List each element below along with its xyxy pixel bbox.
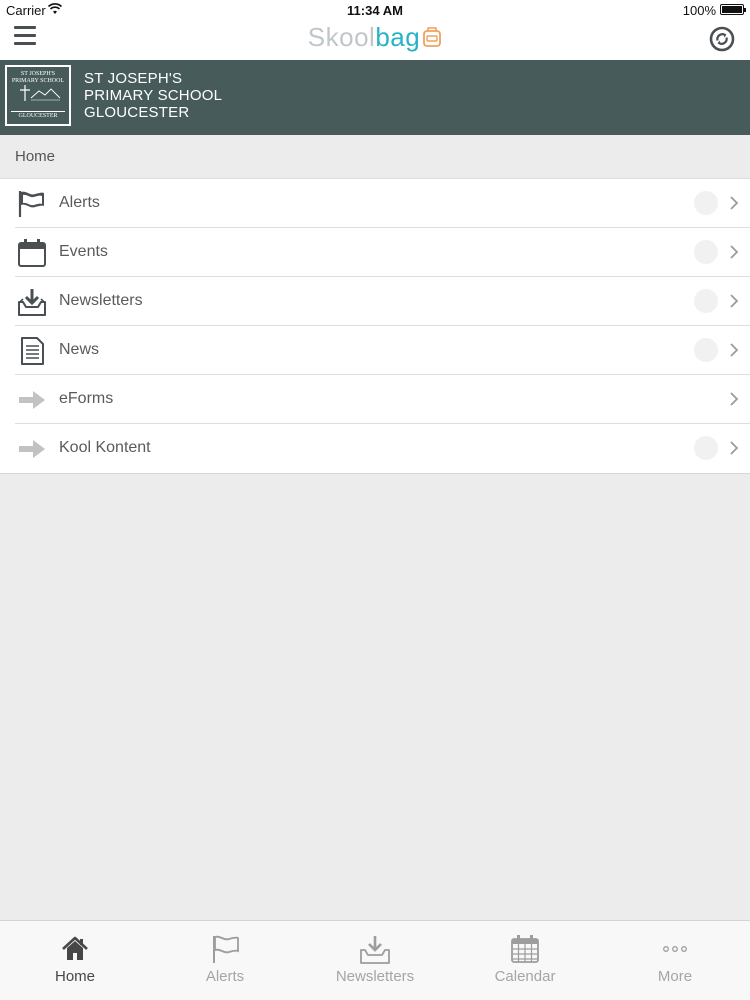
crest-bottom-text: GLOUCESTER: [18, 113, 58, 119]
chevron-right-icon: [730, 392, 739, 406]
chevron-right-icon: [730, 294, 739, 308]
school-name: ST JOSEPH'S PRIMARY SCHOOL GLOUCESTER: [84, 70, 222, 121]
crest-cross-mountain-icon: [20, 85, 61, 101]
school-crest: ST JOSEPH'S PRIMARY SCHOOL GLOUCESTER: [5, 65, 71, 126]
inbox-download-icon: [18, 289, 46, 316]
school-name-line1: ST JOSEPH'S: [84, 70, 183, 87]
menu-list: Alerts Events Newsletters News eForms Ko…: [0, 179, 750, 474]
chevron-right-icon: [730, 441, 739, 455]
tab-label: More: [657, 968, 693, 985]
nav-bar: Skoolbag: [0, 20, 750, 60]
battery-percent: 100%: [682, 3, 716, 18]
menu-item-label: News: [59, 341, 100, 358]
chevron-right-icon: [730, 196, 739, 210]
menu-item-label: Kool Kontent: [59, 439, 151, 456]
menu-item-events[interactable]: Events: [0, 228, 750, 277]
count-badge: [694, 240, 718, 264]
tab-label: Home: [54, 968, 95, 985]
inbox-download-icon: [360, 936, 390, 964]
tab-calendar[interactable]: Calendar: [450, 921, 600, 1000]
menu-item-label: Alerts: [59, 194, 100, 211]
tab-home[interactable]: Home: [0, 921, 150, 1000]
menu-item-kool-kontent[interactable]: Kool Kontent: [0, 424, 750, 473]
calendar-icon: [18, 239, 46, 267]
home-icon: [62, 936, 88, 960]
school-name-line2: PRIMARY SCHOOL: [84, 87, 223, 104]
menu-item-label: Events: [59, 243, 108, 260]
count-badge: [694, 289, 718, 313]
sync-icon[interactable]: [709, 26, 735, 52]
menu-item-label: eForms: [59, 390, 114, 407]
arrow-right-icon: [19, 391, 45, 409]
menu-item-label: Newsletters: [59, 292, 143, 309]
school-banner: ST JOSEPH'S PRIMARY SCHOOL GLOUCESTER ST…: [0, 60, 750, 135]
tab-more[interactable]: More: [600, 921, 750, 1000]
clock: 11:34 AM: [347, 3, 403, 18]
menu-item-news[interactable]: News: [0, 326, 750, 375]
count-badge: [694, 191, 718, 215]
crest-top-text: ST JOSEPH'S PRIMARY SCHOOL: [11, 71, 65, 84]
flag-icon: [18, 191, 44, 217]
skoolbag-logo: Skoolbag: [0, 22, 750, 53]
arrow-right-icon: [19, 440, 45, 458]
document-icon: [21, 337, 44, 365]
tab-bar: Home Alerts Newsletters Calendar More: [0, 920, 750, 1000]
calendar-icon: [511, 935, 539, 963]
battery-icon: [720, 4, 746, 15]
chevron-right-icon: [730, 245, 739, 259]
menu-item-eforms[interactable]: eForms: [0, 375, 750, 424]
more-dots-icon: [663, 946, 687, 952]
school-name-line3: GLOUCESTER: [84, 104, 190, 121]
logo-text-bag: bag: [375, 22, 421, 52]
tab-newsletters[interactable]: Newsletters: [300, 921, 450, 1000]
tab-label: Calendar: [494, 968, 556, 985]
status-bar: Carrier 11:34 AM 100%: [0, 0, 750, 20]
tab-label: Alerts: [205, 968, 245, 985]
bag-icon: [423, 27, 442, 48]
count-badge: [694, 338, 718, 362]
breadcrumb: Home: [0, 135, 750, 179]
menu-item-alerts[interactable]: Alerts: [0, 179, 750, 228]
count-badge: [694, 436, 718, 460]
chevron-right-icon: [730, 343, 739, 357]
logo-text-skool: Skool: [307, 22, 376, 52]
tab-label: Newsletters: [335, 968, 415, 985]
flag-icon: [213, 935, 239, 963]
tab-alerts[interactable]: Alerts: [150, 921, 300, 1000]
menu-item-newsletters[interactable]: Newsletters: [0, 277, 750, 326]
